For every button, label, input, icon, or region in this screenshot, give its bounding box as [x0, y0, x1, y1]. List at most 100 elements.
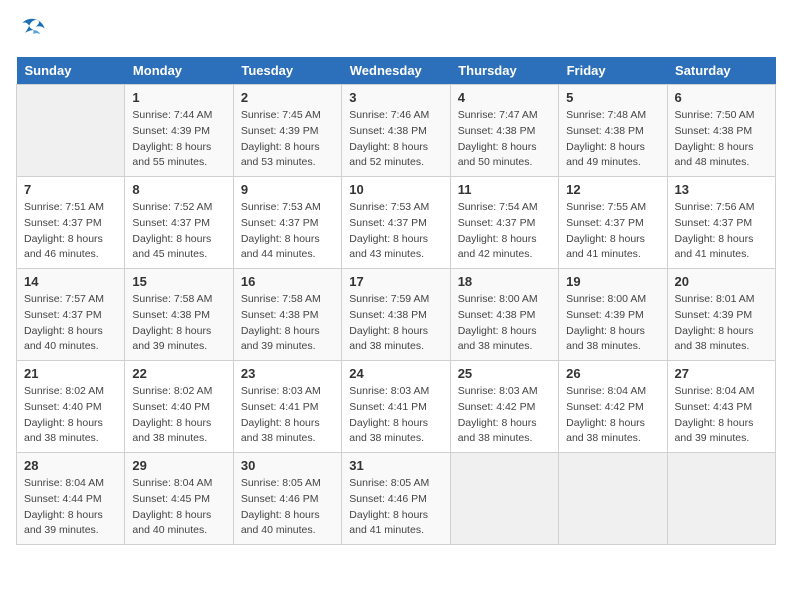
- day-info: Sunrise: 8:03 AMSunset: 4:41 PMDaylight:…: [241, 384, 334, 447]
- calendar-cell: 20 Sunrise: 8:01 AMSunset: 4:39 PMDayligh…: [667, 269, 775, 361]
- calendar-cell: 3 Sunrise: 7:46 AMSunset: 4:38 PMDaylight…: [342, 85, 450, 177]
- day-number: 29: [132, 458, 225, 473]
- col-header-tuesday: Tuesday: [233, 57, 341, 85]
- col-header-monday: Monday: [125, 57, 233, 85]
- calendar-cell: 12 Sunrise: 7:55 AMSunset: 4:37 PMDayligh…: [559, 177, 667, 269]
- day-info: Sunrise: 8:05 AMSunset: 4:46 PMDaylight:…: [349, 476, 442, 539]
- calendar-cell: 28Sunrise: 8:04 AMSunset: 4:44 PMDayligh…: [17, 453, 125, 545]
- day-info: Sunrise: 8:03 AMSunset: 4:42 PMDaylight:…: [458, 384, 551, 447]
- day-info: Sunrise: 8:00 AMSunset: 4:39 PMDaylight:…: [566, 292, 659, 355]
- day-number: 30: [241, 458, 334, 473]
- calendar-cell: [667, 453, 775, 545]
- calendar-cell: 21 Sunrise: 8:02 AMSunset: 4:40 PMDayligh…: [17, 361, 125, 453]
- day-number: 26: [566, 366, 659, 381]
- day-number: 31: [349, 458, 442, 473]
- day-number: 2: [241, 90, 334, 105]
- calendar-cell: 10 Sunrise: 7:53 AMSunset: 4:37 PMDayligh…: [342, 177, 450, 269]
- day-info: Sunrise: 8:01 AMSunset: 4:39 PMDaylight:…: [675, 292, 768, 355]
- day-info: Sunrise: 7:58 AMSunset: 4:38 PMDaylight:…: [132, 292, 225, 355]
- calendar-cell: [559, 453, 667, 545]
- day-number: 20: [675, 274, 768, 289]
- calendar-cell: 19Sunrise: 8:00 AMSunset: 4:39 PMDayligh…: [559, 269, 667, 361]
- day-number: 8: [132, 182, 225, 197]
- calendar-cell: 23 Sunrise: 8:03 AMSunset: 4:41 PMDayligh…: [233, 361, 341, 453]
- day-info: Sunrise: 8:02 AMSunset: 4:40 PMDaylight:…: [24, 384, 117, 447]
- day-info: Sunrise: 7:53 AMSunset: 4:37 PMDaylight:…: [349, 200, 442, 263]
- col-header-thursday: Thursday: [450, 57, 558, 85]
- calendar-cell: 4 Sunrise: 7:47 AMSunset: 4:38 PMDaylight…: [450, 85, 558, 177]
- day-info: Sunrise: 7:54 AMSunset: 4:37 PMDaylight:…: [458, 200, 551, 263]
- calendar-cell: 31 Sunrise: 8:05 AMSunset: 4:46 PMDayligh…: [342, 453, 450, 545]
- day-number: 24: [349, 366, 442, 381]
- logo: [16, 16, 46, 49]
- day-number: 17: [349, 274, 442, 289]
- day-number: 27: [675, 366, 768, 381]
- day-info: Sunrise: 7:47 AMSunset: 4:38 PMDaylight:…: [458, 108, 551, 171]
- col-header-friday: Friday: [559, 57, 667, 85]
- day-info: Sunrise: 8:02 AMSunset: 4:40 PMDaylight:…: [132, 384, 225, 447]
- calendar-cell: 30 Sunrise: 8:05 AMSunset: 4:46 PMDayligh…: [233, 453, 341, 545]
- calendar-cell: 25 Sunrise: 8:03 AMSunset: 4:42 PMDayligh…: [450, 361, 558, 453]
- day-number: 23: [241, 366, 334, 381]
- day-info: Sunrise: 7:59 AMSunset: 4:38 PMDaylight:…: [349, 292, 442, 355]
- calendar-cell: [450, 453, 558, 545]
- calendar-cell: 9Sunrise: 7:53 AMSunset: 4:37 PMDaylight…: [233, 177, 341, 269]
- day-info: Sunrise: 8:04 AMSunset: 4:42 PMDaylight:…: [566, 384, 659, 447]
- day-info: Sunrise: 7:56 AMSunset: 4:37 PMDaylight:…: [675, 200, 768, 263]
- day-info: Sunrise: 7:48 AMSunset: 4:38 PMDaylight:…: [566, 108, 659, 171]
- day-info: Sunrise: 7:44 AMSunset: 4:39 PMDaylight:…: [132, 108, 225, 171]
- day-info: Sunrise: 8:03 AMSunset: 4:41 PMDaylight:…: [349, 384, 442, 447]
- day-info: Sunrise: 8:05 AMSunset: 4:46 PMDaylight:…: [241, 476, 334, 539]
- col-header-saturday: Saturday: [667, 57, 775, 85]
- calendar-week-2: 7 Sunrise: 7:51 AMSunset: 4:37 PMDaylight…: [17, 177, 776, 269]
- calendar-cell: 13 Sunrise: 7:56 AMSunset: 4:37 PMDayligh…: [667, 177, 775, 269]
- day-number: 25: [458, 366, 551, 381]
- day-number: 10: [349, 182, 442, 197]
- calendar-week-4: 21 Sunrise: 8:02 AMSunset: 4:40 PMDayligh…: [17, 361, 776, 453]
- day-number: 4: [458, 90, 551, 105]
- calendar-cell: 22 Sunrise: 8:02 AMSunset: 4:40 PMDayligh…: [125, 361, 233, 453]
- day-number: 13: [675, 182, 768, 197]
- calendar-cell: 8 Sunrise: 7:52 AMSunset: 4:37 PMDaylight…: [125, 177, 233, 269]
- col-header-sunday: Sunday: [17, 57, 125, 85]
- calendar-cell: 5Sunrise: 7:48 AMSunset: 4:38 PMDaylight…: [559, 85, 667, 177]
- header-row: SundayMondayTuesdayWednesdayThursdayFrid…: [17, 57, 776, 85]
- calendar-cell: 24 Sunrise: 8:03 AMSunset: 4:41 PMDayligh…: [342, 361, 450, 453]
- day-info: Sunrise: 7:55 AMSunset: 4:37 PMDaylight:…: [566, 200, 659, 263]
- day-info: Sunrise: 8:00 AMSunset: 4:38 PMDaylight:…: [458, 292, 551, 355]
- calendar-cell: 6 Sunrise: 7:50 AMSunset: 4:38 PMDaylight…: [667, 85, 775, 177]
- day-number: 22: [132, 366, 225, 381]
- day-number: 21: [24, 366, 117, 381]
- calendar-week-1: 1Sunrise: 7:44 AMSunset: 4:39 PMDaylight…: [17, 85, 776, 177]
- calendar-cell: 29 Sunrise: 8:04 AMSunset: 4:45 PMDayligh…: [125, 453, 233, 545]
- day-info: Sunrise: 7:57 AMSunset: 4:37 PMDaylight:…: [24, 292, 117, 355]
- calendar-cell: 1Sunrise: 7:44 AMSunset: 4:39 PMDaylight…: [125, 85, 233, 177]
- day-number: 14: [24, 274, 117, 289]
- calendar-cell: 15 Sunrise: 7:58 AMSunset: 4:38 PMDayligh…: [125, 269, 233, 361]
- calendar-cell: 26 Sunrise: 8:04 AMSunset: 4:42 PMDayligh…: [559, 361, 667, 453]
- day-number: 16: [241, 274, 334, 289]
- day-info: Sunrise: 7:51 AMSunset: 4:37 PMDaylight:…: [24, 200, 117, 263]
- day-info: Sunrise: 7:45 AMSunset: 4:39 PMDaylight:…: [241, 108, 334, 171]
- day-number: 7: [24, 182, 117, 197]
- day-info: Sunrise: 7:52 AMSunset: 4:37 PMDaylight:…: [132, 200, 225, 263]
- day-info: Sunrise: 7:53 AMSunset: 4:37 PMDaylight:…: [241, 200, 334, 263]
- day-info: Sunrise: 8:04 AMSunset: 4:43 PMDaylight:…: [675, 384, 768, 447]
- calendar-week-5: 28Sunrise: 8:04 AMSunset: 4:44 PMDayligh…: [17, 453, 776, 545]
- calendar-cell: 14 Sunrise: 7:57 AMSunset: 4:37 PMDayligh…: [17, 269, 125, 361]
- logo-bird-icon: [18, 16, 46, 44]
- page-header: [16, 16, 776, 49]
- day-number: 3: [349, 90, 442, 105]
- calendar-table: SundayMondayTuesdayWednesdayThursdayFrid…: [16, 57, 776, 545]
- day-number: 15: [132, 274, 225, 289]
- day-info: Sunrise: 8:04 AMSunset: 4:45 PMDaylight:…: [132, 476, 225, 539]
- day-number: 6: [675, 90, 768, 105]
- day-info: Sunrise: 7:50 AMSunset: 4:38 PMDaylight:…: [675, 108, 768, 171]
- day-number: 28: [24, 458, 117, 473]
- calendar-cell: 27 Sunrise: 8:04 AMSunset: 4:43 PMDayligh…: [667, 361, 775, 453]
- col-header-wednesday: Wednesday: [342, 57, 450, 85]
- calendar-cell: 17 Sunrise: 7:59 AMSunset: 4:38 PMDayligh…: [342, 269, 450, 361]
- day-number: 12: [566, 182, 659, 197]
- day-number: 11: [458, 182, 551, 197]
- day-info: Sunrise: 7:46 AMSunset: 4:38 PMDaylight:…: [349, 108, 442, 171]
